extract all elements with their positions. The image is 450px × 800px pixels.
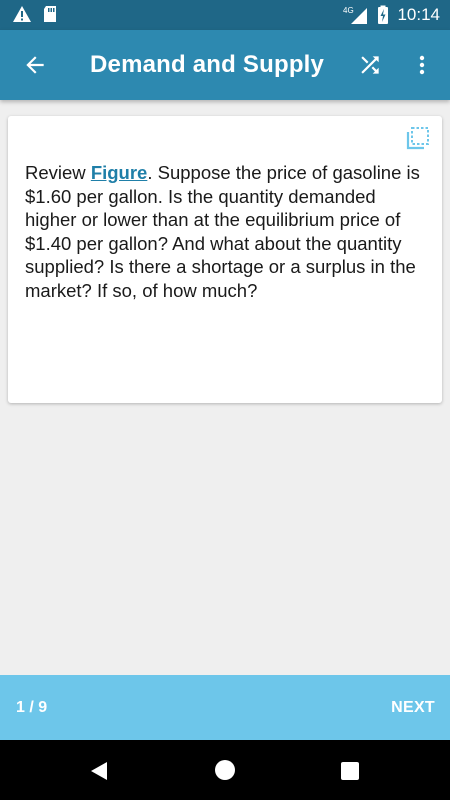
nav-recents-icon (341, 762, 359, 780)
svg-text:4G: 4G (343, 6, 354, 15)
status-right-icons: 4G 10:14 (343, 4, 440, 26)
arrow-back-icon (26, 56, 44, 74)
expand-button[interactable] (406, 126, 430, 150)
status-time: 10:14 (397, 5, 440, 24)
nav-home-button[interactable] (214, 759, 236, 781)
figure-link[interactable]: Figure (91, 162, 148, 183)
page-title: Demand and Supply (90, 51, 325, 78)
back-button[interactable] (22, 52, 48, 78)
signal-icon: 4G (343, 6, 368, 24)
question-text: Review Figure. Suppose the price of gaso… (25, 161, 430, 302)
page-indicator: 1 / 9 (16, 699, 48, 716)
next-button[interactable]: NEXT (391, 699, 435, 717)
status-left-icons (12, 5, 58, 23)
question-text-prefix: Review (25, 162, 91, 183)
app-bar: Demand and Supply (0, 30, 450, 100)
more-vert-icon (419, 55, 425, 75)
flashcard[interactable]: Review Figure. Suppose the price of gaso… (8, 116, 442, 403)
more-options-button[interactable] (410, 52, 434, 78)
battery-charging-icon (378, 5, 389, 24)
sd-card-icon (44, 6, 56, 22)
nav-back-button[interactable] (88, 760, 110, 782)
nav-recents-button[interactable] (340, 761, 360, 781)
bottom-bar: 1 / 9 NEXT (0, 675, 450, 740)
fullscreen-icon (406, 127, 429, 150)
nav-back-icon (91, 762, 107, 780)
system-nav-bar (0, 740, 450, 800)
nav-home-icon (215, 760, 235, 780)
warning-icon (13, 6, 31, 22)
status-bar: 4G 10:14 (0, 0, 450, 30)
shuffle-button[interactable] (357, 52, 383, 78)
shuffle-icon (361, 56, 379, 74)
